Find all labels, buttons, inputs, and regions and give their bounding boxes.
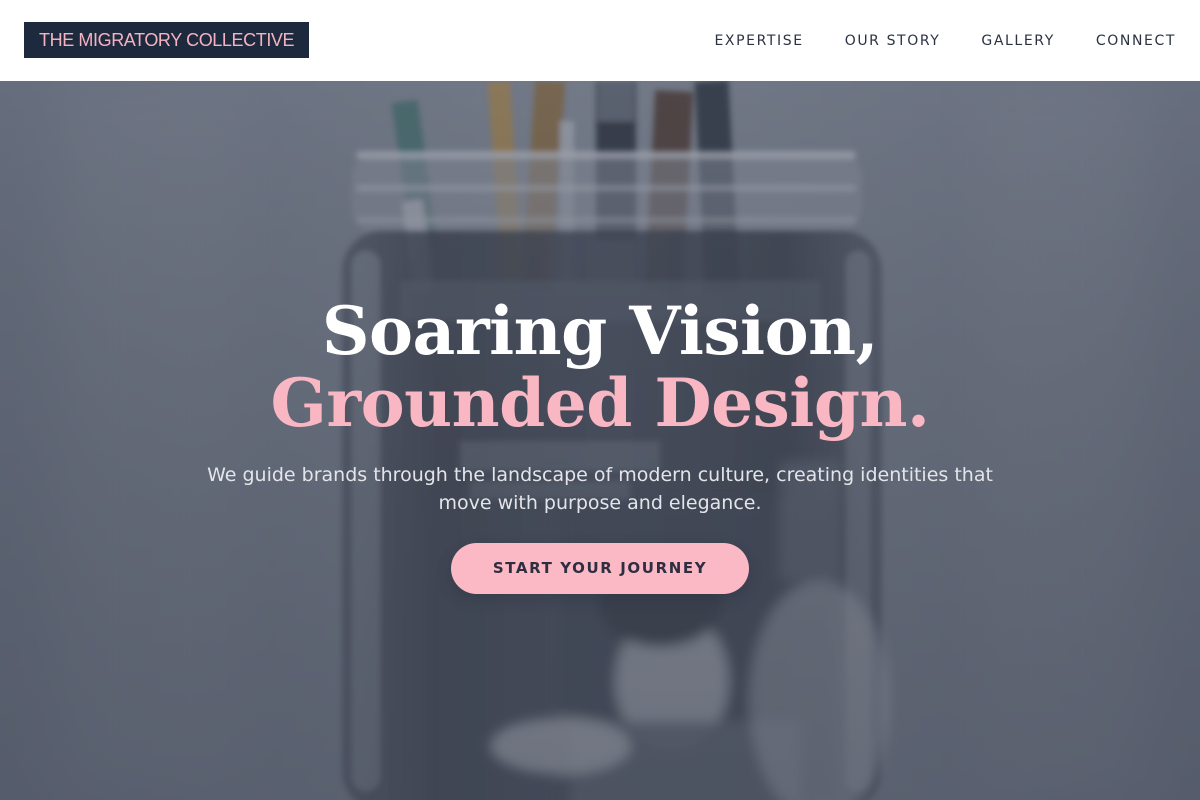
hero-section: Soaring Vision, Grounded Design. We guid…	[0, 81, 1200, 800]
landing-page: THE MIGRATORY COLLECTIVE EXPERTISE OUR S…	[0, 0, 1200, 800]
hero-headline: Soaring Vision, Grounded Design.	[0, 295, 1200, 439]
headline-line-primary: Soaring Vision,	[321, 292, 879, 370]
nav-item-our-story[interactable]: OUR STORY	[845, 33, 941, 49]
brand-logo[interactable]: THE MIGRATORY COLLECTIVE	[24, 22, 310, 58]
site-header: THE MIGRATORY COLLECTIVE EXPERTISE OUR S…	[0, 0, 1200, 81]
nav-item-gallery[interactable]: GALLERY	[981, 33, 1054, 49]
nav-item-expertise[interactable]: EXPERTISE	[714, 33, 803, 49]
start-journey-button[interactable]: START YOUR JOURNEY	[451, 543, 749, 594]
hero-subtitle: We guide brands through the landscape of…	[207, 464, 993, 514]
hero-content: Soaring Vision, Grounded Design. We guid…	[0, 295, 1200, 594]
nav-item-connect[interactable]: CONNECT	[1096, 33, 1176, 49]
headline-line-accent: Grounded Design.	[270, 364, 930, 442]
main-nav: EXPERTISE OUR STORY GALLERY CONNECT	[673, 0, 1176, 81]
